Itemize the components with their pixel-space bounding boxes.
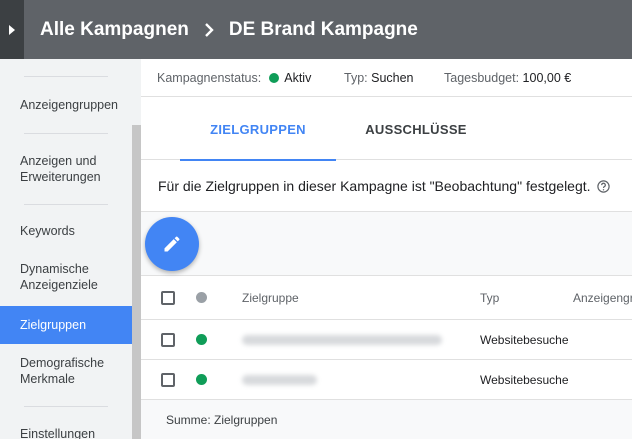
status-header-cell — [196, 276, 207, 319]
table-row: Websitebesuche — [141, 320, 632, 360]
row-type: Websitebesuche — [480, 332, 569, 347]
sidebar-toggle-button[interactable] — [0, 0, 24, 59]
sidebar-item-dynamic-ad-targets[interactable]: Dynamische Anzeigenziele — [0, 257, 132, 297]
row-status-cell — [196, 360, 207, 399]
observation-info-text: Für die Zielgruppen in dieser Kampagne i… — [158, 178, 591, 194]
row-status-cell — [196, 320, 207, 359]
daily-budget-value: 100,00 € — [522, 70, 572, 85]
campaign-type: Typ: Suchen — [344, 71, 414, 85]
column-header-ad-group[interactable]: Anzeigengr — [573, 276, 632, 319]
sidebar-divider — [24, 204, 108, 205]
sidebar-item-label: Einstellungen — [20, 427, 96, 439]
help-circle-icon — [596, 179, 610, 193]
table-header-row: Zielgruppe Typ Anzeigengr — [141, 276, 632, 320]
sidebar-item-label: Anzeigengruppen — [20, 98, 118, 112]
observation-info: Für die Zielgruppen in dieser Kampagne i… — [158, 161, 632, 211]
tab-exclusions[interactable]: AUSSCHLÜSSE — [341, 98, 491, 160]
row-checkbox[interactable] — [161, 372, 175, 387]
redacted-text — [242, 334, 442, 345]
sidebar-item-label: Anzeigen und Erweiterungen — [20, 154, 101, 184]
sidebar-item-demographics[interactable]: Demografische Merkmale — [0, 351, 132, 391]
sidebar-item-label: Demografische Merkmale — [20, 356, 105, 386]
main-content: Kampagnenstatus: Aktiv Typ: Suchen Tagesb… — [141, 59, 632, 439]
triangle-right-icon — [9, 24, 15, 35]
audience-table: Zielgruppe Typ Anzeigengr Websitebesuche… — [141, 276, 632, 400]
breadcrumb-current-campaign: DE Brand Kampagne — [228, 18, 418, 40]
table-summary: Summe: Zielgruppen — [141, 400, 632, 439]
edit-audiences-button[interactable] — [145, 217, 199, 271]
help-button[interactable] — [596, 179, 610, 193]
sidebar-divider — [24, 406, 108, 407]
campaign-status: Kampagnenstatus: Aktiv — [157, 71, 311, 85]
campaign-type-label: Typ: — [344, 70, 368, 85]
daily-budget-label: Tagesbudget: — [444, 70, 520, 85]
toolbar-area — [141, 211, 632, 276]
row-status-dot[interactable] — [196, 374, 207, 385]
row-audience-name-redacted[interactable] — [242, 360, 317, 399]
sidebar-item-audiences[interactable]: Zielgruppen — [0, 306, 132, 344]
sidebar-item-ad-groups[interactable]: Anzeigengruppen — [0, 89, 132, 121]
breadcrumb-separator — [203, 22, 215, 38]
column-header-type[interactable]: Typ — [480, 276, 499, 319]
sidebar-scrollbar[interactable] — [132, 125, 141, 439]
table-row: Websitebesuche — [141, 360, 632, 400]
sidebar-divider — [24, 133, 108, 134]
pencil-icon — [164, 236, 180, 252]
tab-audiences[interactable]: ZIELGRUPPEN — [180, 98, 336, 161]
row-status-dot[interactable] — [196, 334, 207, 345]
sidebar-item-keywords[interactable]: Keywords — [0, 215, 132, 247]
sidebar-item-ads-extensions[interactable]: Anzeigen und Erweiterungen — [0, 149, 132, 189]
daily-budget: Tagesbudget: 100,00 € — [444, 71, 571, 85]
chevron-right-icon — [205, 22, 214, 37]
campaign-status-bar: Kampagnenstatus: Aktiv Typ: Suchen Tagesb… — [141, 59, 632, 97]
row-audience-name-redacted[interactable] — [242, 320, 442, 359]
select-all-checkbox[interactable] — [161, 290, 175, 305]
campaign-type-value: Suchen — [371, 70, 414, 85]
redacted-text — [242, 374, 317, 385]
status-column-dot[interactable] — [196, 292, 207, 303]
sidebar-item-settings[interactable]: Einstellungen — [0, 423, 132, 439]
sidebar-divider — [24, 76, 108, 77]
sidebar-item-label: Zielgruppen — [20, 318, 87, 332]
row-select-cell — [161, 320, 175, 359]
column-header-audience[interactable]: Zielgruppe — [242, 276, 299, 319]
campaign-status-label: Kampagnenstatus: — [157, 70, 262, 85]
app-header: Alle Kampagnen DE Brand Kampagne — [0, 0, 632, 59]
sidebar-item-label: Dynamische Anzeigenziele — [20, 262, 98, 292]
row-type: Websitebesuche — [480, 372, 569, 387]
tab-bar: ZIELGRUPPEN AUSSCHLÜSSE — [141, 98, 632, 161]
sidebar: Anzeigengruppen Anzeigen und Erweiterung… — [0, 59, 141, 439]
status-active-dot — [269, 72, 280, 83]
row-select-cell — [161, 360, 175, 399]
breadcrumb-all-campaigns[interactable]: Alle Kampagnen — [40, 19, 189, 41]
sidebar-item-label: Keywords — [20, 224, 75, 238]
select-all-cell — [161, 276, 175, 319]
campaign-status-value: Aktiv — [284, 70, 312, 85]
row-checkbox[interactable] — [161, 332, 175, 347]
